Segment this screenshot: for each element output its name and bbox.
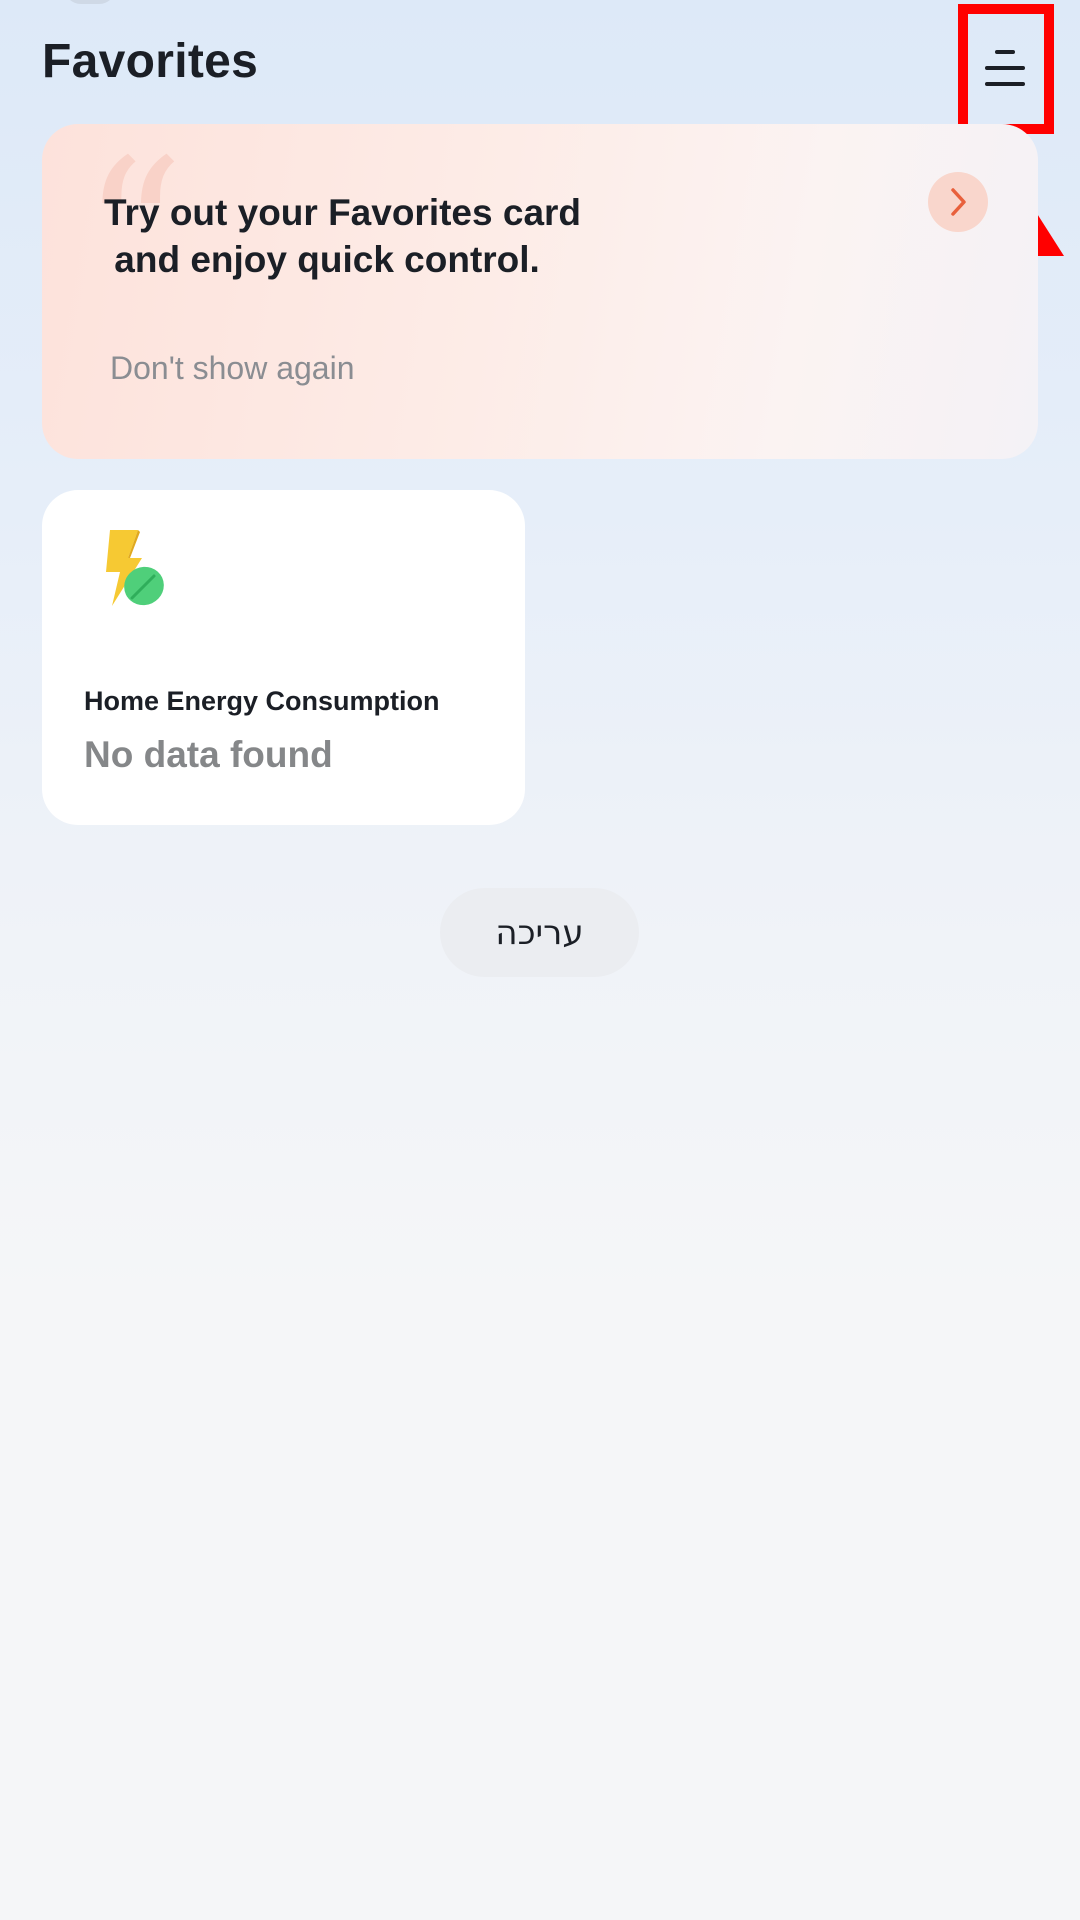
energy-card-title: Home Energy Consumption (84, 686, 440, 716)
promo-text: Try out your Favorites card and enjoy qu… (104, 192, 582, 280)
energy-card-status: No data found (84, 734, 333, 775)
home-energy-card[interactable]: Home Energy Consumption No data found (42, 490, 525, 825)
menu-button[interactable] (972, 38, 1038, 98)
promo-arrow-button[interactable] (928, 172, 988, 232)
page-title: Favorites (42, 35, 259, 88)
edit-button[interactable]: עריכה (440, 888, 639, 977)
top-partial-element (64, 0, 116, 4)
lightning-leaf-icon (106, 530, 164, 606)
favorites-promo-card: “ Try out your Favorites card and enjoy … (42, 124, 1038, 459)
dont-show-again-link[interactable]: Don't show again (110, 350, 354, 387)
chevron-right-icon (951, 188, 966, 216)
hamburger-menu-icon (985, 50, 1025, 86)
